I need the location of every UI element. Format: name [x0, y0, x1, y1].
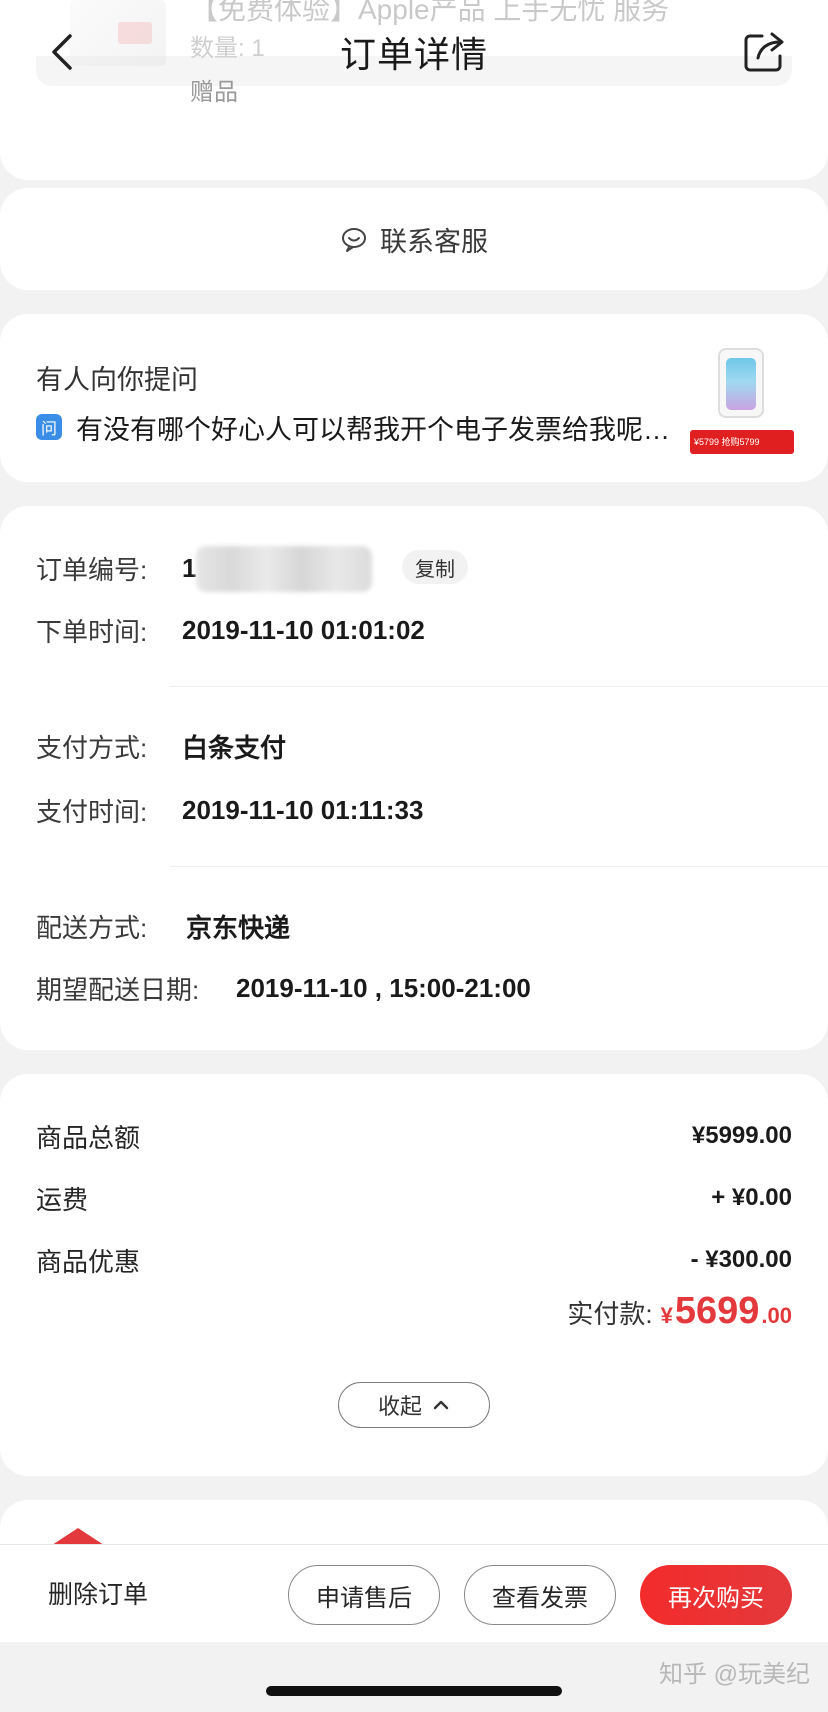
order-number-row: 订单编号: 1: [36, 548, 196, 588]
promo-banner: ¥5799 抢购5799: [690, 430, 794, 454]
delivery-method-value: 京东快递: [186, 912, 291, 943]
expected-delivery-value: 2019-11-10 , 15:00-21:00: [236, 972, 531, 1003]
paid-label: 实付款:: [567, 1299, 653, 1329]
pay-method-row: 支付方式: 白条支付: [36, 726, 286, 766]
nav-bar: 订单详情: [0, 0, 828, 104]
order-info-card: 订单编号: 1 复制 下单时间: 2019-11-10 01:01:02 支付方…: [0, 506, 828, 1050]
bottom-action-bar: 删除订单 申请售后 查看发票 再次购买: [0, 1544, 828, 1642]
customer-service-label: 联系客服: [380, 226, 488, 257]
pay-time-value: 2019-11-10 01:11:33: [182, 794, 424, 825]
discount-row: 商品优惠 - ¥300.00: [36, 1240, 792, 1280]
view-invoice-button[interactable]: 查看发票: [464, 1565, 616, 1625]
discount-label: 商品优惠: [36, 1246, 141, 1277]
order-time-value: 2019-11-10 01:01:02: [182, 614, 425, 645]
total-value: ¥5999.00: [691, 1122, 792, 1149]
shipping-label: 运费: [36, 1184, 89, 1215]
page-title: 订单详情: [339, 34, 488, 75]
order-time-label: 下单时间:: [36, 616, 148, 647]
buy-again-button[interactable]: 再次购买: [640, 1565, 792, 1625]
delivery-method-row: 配送方式: 京东快递: [36, 906, 290, 946]
delivery-method-label: 配送方式:: [36, 912, 148, 943]
watermark: 知乎 @玩美纪: [658, 1661, 810, 1688]
paid-amount-decimal: .00: [761, 1303, 792, 1328]
after-sale-button[interactable]: 申请售后: [288, 1565, 440, 1625]
order-number-redaction: [196, 546, 372, 592]
chevron-up-icon: [433, 1400, 449, 1410]
paid-amount-row: 实付款: ¥ 5699 .00: [567, 1290, 792, 1333]
paid-currency-symbol: ¥: [660, 1303, 673, 1328]
pay-method-value: 白条支付: [182, 732, 287, 763]
question-heading: 有人向你提问: [36, 365, 198, 395]
shipping-row: 运费 + ¥0.00: [36, 1178, 792, 1218]
order-number-label: 订单编号:: [36, 554, 148, 585]
order-number-value: 1: [182, 552, 197, 583]
pay-time-label: 支付时间:: [36, 796, 148, 827]
back-icon[interactable]: [44, 30, 84, 74]
customer-service-button[interactable]: 联系客服: [0, 188, 828, 290]
order-time-row: 下单时间: 2019-11-10 01:01:02: [36, 610, 425, 650]
total-row: 商品总额 ¥5999.00: [36, 1116, 792, 1156]
copy-button[interactable]: 复制: [402, 550, 468, 584]
question-badge-icon: 问: [36, 414, 62, 440]
expected-delivery-label: 期望配送日期:: [36, 974, 200, 1005]
chat-bubble-icon: [342, 228, 366, 252]
share-icon[interactable]: [740, 28, 788, 76]
discount-value: - ¥300.00: [690, 1246, 792, 1273]
shipping-value: + ¥0.00: [711, 1184, 792, 1211]
home-indicator[interactable]: [266, 1686, 562, 1696]
phone-image: [718, 348, 764, 418]
question-card[interactable]: 有人向你提问 问 有没有哪个好心人可以帮我开个电子发票给我呢。... ¥5799…: [0, 314, 828, 482]
total-label: 商品总额: [36, 1122, 141, 1153]
collapse-button[interactable]: 收起: [338, 1382, 490, 1428]
divider: [170, 686, 828, 687]
expected-delivery-row: 期望配送日期: 2019-11-10 , 15:00-21:00: [36, 968, 531, 1008]
home-indicator-area: 知乎 @玩美纪: [0, 1642, 828, 1712]
question-product-thumbnail[interactable]: ¥5799 抢购5799: [690, 348, 794, 466]
pay-time-row: 支付时间: 2019-11-10 01:11:33: [36, 790, 423, 830]
delete-order-button[interactable]: 删除订单: [48, 1575, 148, 1611]
order-detail-page: 【免费体验】Apple产品 上手无忧 服务 数量: 1 赠品 订单详情 联系客服…: [0, 0, 828, 1712]
collapse-label: 收起: [377, 1394, 422, 1419]
price-card: 商品总额 ¥5999.00 运费 + ¥0.00 商品优惠 - ¥300.00 …: [0, 1074, 828, 1476]
pay-method-label: 支付方式:: [36, 732, 148, 763]
question-text[interactable]: 有没有哪个好心人可以帮我开个电子发票给我呢。...: [76, 408, 686, 447]
divider: [170, 866, 828, 867]
paid-amount-integer: 5699: [674, 1290, 760, 1332]
